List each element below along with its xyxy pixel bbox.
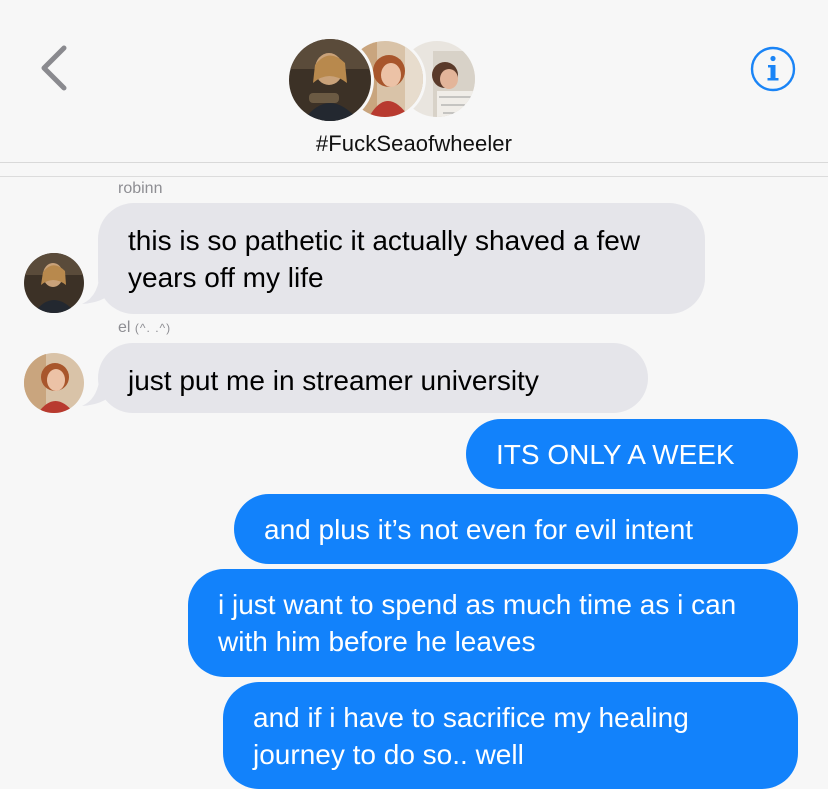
member-avatar-1 xyxy=(286,36,374,124)
sender-name-emoticon: (^. .^) xyxy=(134,321,172,335)
group-avatar-stack[interactable] xyxy=(286,36,478,124)
header-divider-secondary xyxy=(0,176,828,177)
message-bubble-outgoing[interactable]: and if i have to sacrifice my healing jo… xyxy=(223,682,798,789)
conversation-header: #FuckSeaofwheeler xyxy=(0,0,828,163)
message-bubble-incoming[interactable]: just put me in streamer university xyxy=(98,343,648,413)
message-bubble-outgoing[interactable]: ITS ONLY A WEEK xyxy=(466,419,798,489)
sender-name-robinn: robinn xyxy=(118,180,162,198)
message-text: and if i have to sacrifice my healing jo… xyxy=(253,702,689,770)
group-title[interactable]: #FuckSeaofwheeler xyxy=(0,131,828,157)
message-text: this is so pathetic it actually shaved a… xyxy=(128,225,641,293)
message-bubble-outgoing[interactable]: and plus it’s not even for evil intent xyxy=(234,494,798,564)
message-text: i just want to spend as much time as i c… xyxy=(218,589,737,657)
sender-name-el: el (^. .^) xyxy=(118,319,171,337)
sender-name-text: robinn xyxy=(118,180,163,197)
avatar-el[interactable] xyxy=(24,353,84,413)
chevron-left-icon xyxy=(41,45,67,91)
info-button[interactable] xyxy=(749,45,797,93)
avatar-robinn[interactable] xyxy=(24,253,84,313)
message-bubble-outgoing[interactable]: i just want to spend as much time as i c… xyxy=(188,569,798,677)
sender-name-text: el xyxy=(118,319,131,336)
message-bubble-incoming[interactable]: this is so pathetic it actually shaved a… xyxy=(98,203,705,314)
back-button[interactable] xyxy=(28,42,72,94)
message-text: just put me in streamer university xyxy=(128,365,539,396)
message-text: ITS ONLY A WEEK xyxy=(496,439,735,470)
info-circle-icon xyxy=(750,46,796,92)
message-text: and plus it’s not even for evil intent xyxy=(264,514,694,545)
header-divider xyxy=(0,162,828,163)
